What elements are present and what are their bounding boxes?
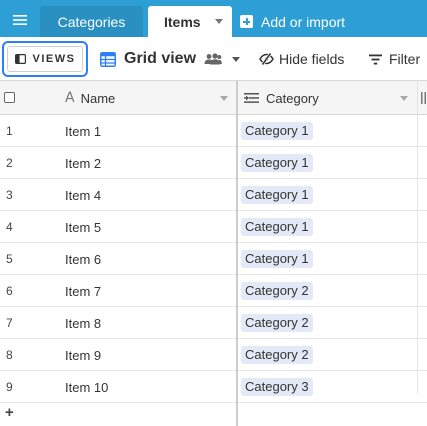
row-number: 9 [6, 380, 13, 394]
cell-name[interactable]: Item 10 [65, 371, 108, 403]
views-label: VIEWS [32, 53, 76, 65]
view-switcher[interactable]: Grid view [100, 37, 241, 81]
add-record-button[interactable]: + [0, 401, 236, 426]
cell-name[interactable]: Item 5 [65, 211, 101, 243]
views-button-inner: VIEWS [7, 46, 83, 72]
cell-name[interactable]: Item 2 [65, 147, 101, 179]
grid-header-row: A Name Category [0, 81, 427, 115]
sidebar-toggle-icon [14, 54, 26, 64]
category-chip[interactable]: Category 2 [241, 282, 313, 300]
cell-name[interactable]: Item 8 [65, 307, 101, 339]
plus-icon: + [5, 404, 14, 421]
category-chip[interactable]: Category 2 [241, 314, 313, 332]
top-tab-bar: Categories Items Add or import [0, 0, 427, 37]
row-number: 1 [6, 124, 13, 138]
category-chip[interactable]: Category 1 [241, 218, 313, 236]
tab-items[interactable]: Items [148, 6, 232, 37]
row-number: 5 [6, 252, 13, 266]
row-number: 2 [6, 156, 13, 170]
table-row[interactable]: 6 Item 7 Category 2 [0, 275, 427, 307]
table-row[interactable]: 9 Item 10 Category 3 [0, 371, 427, 403]
cell-name[interactable]: Item 1 [65, 115, 101, 147]
text-field-icon: A [65, 90, 75, 106]
table-row[interactable]: 1 Item 1 Category 1 [0, 115, 427, 147]
cell-name[interactable]: Item 4 [65, 179, 101, 211]
column-header-category[interactable]: Category [238, 81, 418, 115]
hide-fields-button[interactable]: Hide fields [259, 37, 344, 81]
more-columns-icon[interactable] [420, 90, 427, 106]
menu-button[interactable] [6, 6, 34, 34]
category-chip[interactable]: Category 1 [241, 154, 313, 172]
select-all-checkbox[interactable] [4, 92, 15, 103]
data-grid: A Name Category 1 Item 1 Category 1 2 Item 2… [0, 81, 427, 426]
views-button[interactable]: VIEWS [2, 41, 88, 77]
chevron-down-icon[interactable] [215, 19, 223, 24]
link-field-icon [244, 93, 259, 103]
view-toolbar: VIEWS Grid view Hide fields Filter [0, 37, 427, 81]
cell-name[interactable]: Item 7 [65, 275, 101, 307]
table-row[interactable]: 7 Item 8 Category 2 [0, 307, 427, 339]
view-name: Grid view [124, 50, 197, 67]
category-chip[interactable]: Category 2 [241, 346, 313, 364]
column-divider [417, 81, 418, 394]
collaborators-icon [204, 53, 222, 65]
grid-view-icon [100, 51, 116, 67]
table-row[interactable]: 5 Item 6 Category 1 [0, 243, 427, 275]
column-header-label: Category [266, 90, 319, 106]
add-or-import-button[interactable]: Add or import [240, 6, 345, 37]
tab-label: Categories [57, 13, 126, 30]
eye-slash-icon [259, 53, 274, 65]
cell-name[interactable]: Item 9 [65, 339, 101, 371]
table-row[interactable]: 3 Item 4 Category 1 [0, 179, 427, 211]
filter-icon [369, 54, 382, 64]
tab-label: Items [164, 13, 201, 30]
category-chip[interactable]: Category 3 [241, 378, 313, 396]
row-number: 7 [6, 316, 13, 330]
plus-icon [240, 15, 253, 28]
row-number: 4 [6, 220, 13, 234]
add-or-import-label: Add or import [261, 13, 346, 30]
hamburger-icon [13, 15, 27, 25]
chevron-down-icon [232, 56, 241, 62]
column-header-name[interactable]: A Name [60, 81, 236, 115]
frozen-column-divider[interactable] [236, 81, 238, 426]
row-number: 6 [6, 284, 13, 298]
tab-categories[interactable]: Categories [40, 6, 143, 37]
table-row[interactable]: 8 Item 9 Category 2 [0, 339, 427, 371]
category-chip[interactable]: Category 1 [241, 186, 313, 204]
category-chip[interactable]: Category 1 [241, 250, 313, 268]
hide-fields-label: Hide fields [279, 51, 345, 67]
filter-label: Filter [389, 51, 421, 67]
row-number: 3 [6, 188, 13, 202]
chevron-down-icon[interactable] [400, 96, 408, 101]
table-row[interactable]: 4 Item 5 Category 1 [0, 211, 427, 243]
row-number: 8 [6, 348, 13, 362]
column-header-label: Name [80, 90, 116, 106]
chevron-down-icon[interactable] [220, 96, 228, 101]
cell-name[interactable]: Item 6 [65, 243, 101, 275]
filter-button[interactable]: Filter [369, 37, 420, 81]
table-row[interactable]: 2 Item 2 Category 1 [0, 147, 427, 179]
category-chip[interactable]: Category 1 [241, 122, 313, 140]
